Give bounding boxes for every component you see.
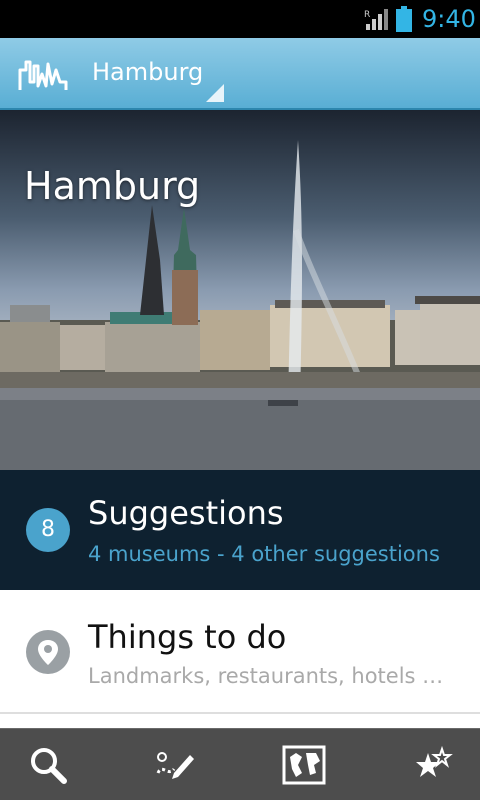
- things-to-do-title: Things to do: [88, 618, 287, 656]
- bottom-navigation: [0, 728, 480, 800]
- things-to-do-row[interactable]: Things to do Landmarks, restaurants, hot…: [0, 590, 480, 714]
- status-bar: R 9:40: [0, 0, 480, 38]
- list-continuation: [0, 714, 480, 728]
- hero-image: Hamburg: [0, 110, 480, 470]
- suggestions-row[interactable]: 8 Suggestions 4 museums - 4 other sugges…: [0, 470, 480, 590]
- suggestions-subtitle: 4 museums - 4 other suggestions: [88, 542, 440, 566]
- suggestions-count-badge: 8: [26, 508, 70, 552]
- world-map-icon[interactable]: [282, 743, 326, 787]
- things-to-do-subtitle: Landmarks, restaurants, hotels …: [88, 664, 444, 688]
- city-skyline-logo-icon[interactable]: [18, 56, 70, 92]
- location-pin-icon: [26, 630, 70, 674]
- city-selector[interactable]: Hamburg: [92, 50, 224, 102]
- favorites-stars-icon[interactable]: [412, 743, 456, 787]
- suggestions-title: Suggestions: [88, 494, 284, 532]
- signal-roaming-icon: R: [364, 9, 388, 30]
- city-selector-label: Hamburg: [92, 58, 204, 86]
- search-icon[interactable]: [26, 743, 70, 787]
- svg-text:R: R: [364, 10, 370, 20]
- battery-icon: [396, 6, 412, 32]
- edit-route-icon[interactable]: [152, 743, 196, 787]
- hero-title: Hamburg: [24, 164, 201, 208]
- clock: 9:40: [422, 5, 476, 33]
- action-bar: Hamburg: [0, 38, 480, 110]
- dropdown-triangle-icon: [206, 84, 224, 102]
